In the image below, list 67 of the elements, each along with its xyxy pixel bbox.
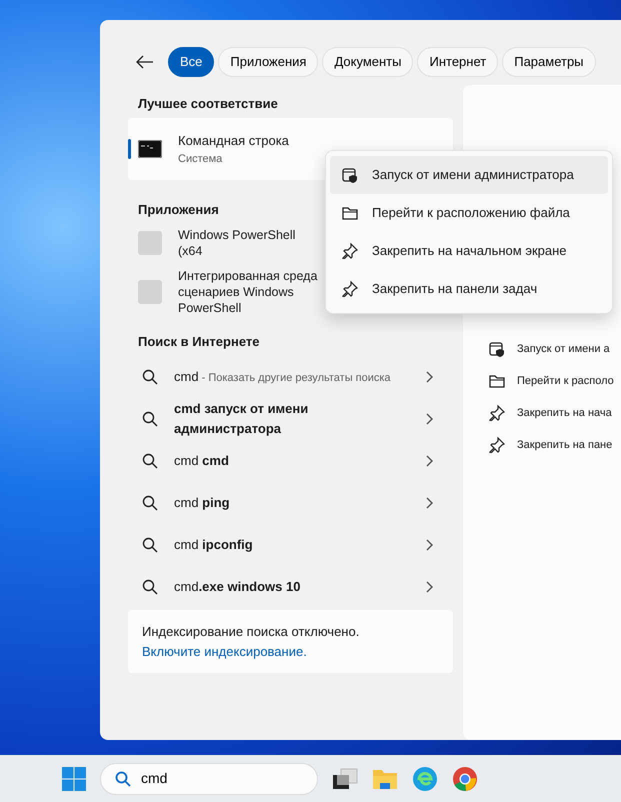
app-title: Командная строка: [178, 132, 289, 150]
menu-item[interactable]: Перейти к расположению файла: [330, 194, 608, 232]
menu-item[interactable]: Запуск от имени администратора: [330, 156, 608, 194]
pin-icon: [342, 281, 358, 297]
filter-tab[interactable]: Все: [168, 47, 214, 77]
pane-action[interactable]: Запуск от имени а: [489, 333, 621, 365]
folder-icon: [489, 373, 505, 389]
notice-text: Индексирование поиска отключено.: [142, 623, 360, 641]
pane-action[interactable]: Перейти к располо: [489, 365, 621, 397]
web-suggestion[interactable]: cmd ping: [128, 482, 453, 524]
search-icon: [142, 579, 158, 595]
pane-action[interactable]: Закрепить на пане: [489, 429, 621, 461]
menu-item[interactable]: Закрепить на панели задач: [330, 270, 608, 308]
enable-indexing-link[interactable]: Включите индексирование.: [142, 644, 307, 658]
task-view-icon: [332, 766, 358, 790]
filter-tab[interactable]: Документы: [322, 47, 414, 77]
chevron-right-icon: [425, 539, 433, 551]
suggestion-text: cmd - Показать другие результаты поиска: [174, 368, 392, 386]
pin-icon: [489, 405, 505, 421]
search-input[interactable]: cmd: [141, 768, 291, 789]
web-suggestion[interactable]: cmd.exe windows 10: [128, 566, 453, 608]
pane-action[interactable]: Закрепить на нача: [489, 397, 621, 429]
section-heading: Приложения: [137, 201, 219, 219]
suggestion-text: cmd запуск от имени администратора: [174, 400, 310, 438]
suggestion-text: cmd ping: [174, 494, 231, 512]
folder-icon: [342, 205, 358, 221]
app-category: Система: [178, 152, 224, 166]
search-icon: [142, 453, 158, 469]
web-suggestion[interactable]: cmd - Показать другие результаты поиска: [128, 356, 453, 398]
section-heading: Лучшее соответствие: [137, 95, 278, 113]
section-heading: Поиск в Интернете: [137, 333, 260, 351]
shield-window-icon: [489, 341, 505, 357]
web-suggestion[interactable]: cmd ipconfig: [128, 524, 453, 566]
web-suggestion[interactable]: cmd запуск от имени администратора: [128, 398, 453, 440]
search-icon: [142, 369, 158, 385]
pin-icon: [342, 243, 358, 259]
search-icon: [142, 537, 158, 553]
chevron-right-icon: [425, 455, 433, 467]
shield-window-icon: [342, 167, 358, 183]
taskbar-search-field[interactable]: cmd: [100, 762, 318, 794]
folder-icon: [372, 768, 398, 790]
filter-tab[interactable]: Параметры: [502, 47, 596, 77]
suggestion-text: cmd cmd: [174, 452, 230, 470]
app-placeholder-icon: [138, 280, 162, 304]
menu-item[interactable]: Закрепить на начальном экране: [330, 232, 608, 270]
filter-tab[interactable]: Приложения: [218, 47, 318, 77]
chevron-right-icon: [425, 371, 433, 383]
app-name: Windows PowerShell (x64: [178, 227, 296, 259]
chevron-right-icon: [425, 413, 433, 425]
chevron-right-icon: [425, 497, 433, 509]
filter-tab[interactable]: Интернет: [417, 47, 498, 77]
search-icon: [115, 770, 131, 786]
chevron-right-icon: [425, 581, 433, 593]
selection-indicator: [128, 139, 131, 159]
search-icon: [142, 495, 158, 511]
suggestion-text: cmd.exe windows 10: [174, 578, 302, 596]
back-arrow-icon: [136, 55, 154, 69]
terminal-icon: [138, 139, 162, 159]
windows-logo-icon: [62, 766, 86, 790]
app-placeholder-icon: [138, 231, 162, 255]
web-suggestion[interactable]: cmd cmd: [128, 440, 453, 482]
app-name: Интегрированная среда сценариев Windows PowerShell: [178, 268, 318, 316]
browser-icon: [452, 766, 478, 792]
suggestion-text: cmd ipconfig: [174, 536, 254, 554]
wave-browser-icon: [412, 766, 438, 792]
search-icon: [142, 411, 158, 427]
pin-icon: [489, 437, 505, 453]
